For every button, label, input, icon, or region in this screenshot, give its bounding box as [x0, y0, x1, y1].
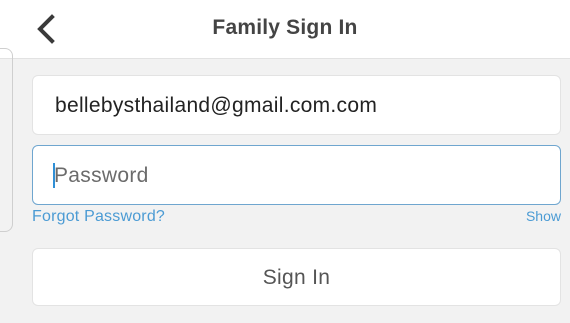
password-field[interactable]: Password	[32, 145, 561, 205]
forgot-password-link[interactable]: Forgot Password?	[32, 208, 165, 226]
password-placeholder: Password	[54, 164, 149, 187]
side-drawer-edge[interactable]	[0, 48, 13, 232]
sign-in-page: Family Sign In bellebysthailand@gmail.co…	[0, 0, 570, 323]
email-value: bellebysthailand@gmail.com.com	[55, 94, 378, 117]
email-field[interactable]: bellebysthailand@gmail.com.com	[32, 75, 561, 135]
show-password-toggle[interactable]: Show	[526, 208, 561, 224]
page-title: Family Sign In	[212, 16, 358, 39]
sign-in-button[interactable]: Sign In	[32, 248, 561, 306]
header-bar: Family Sign In	[0, 0, 570, 59]
sign-in-label: Sign In	[262, 266, 331, 289]
